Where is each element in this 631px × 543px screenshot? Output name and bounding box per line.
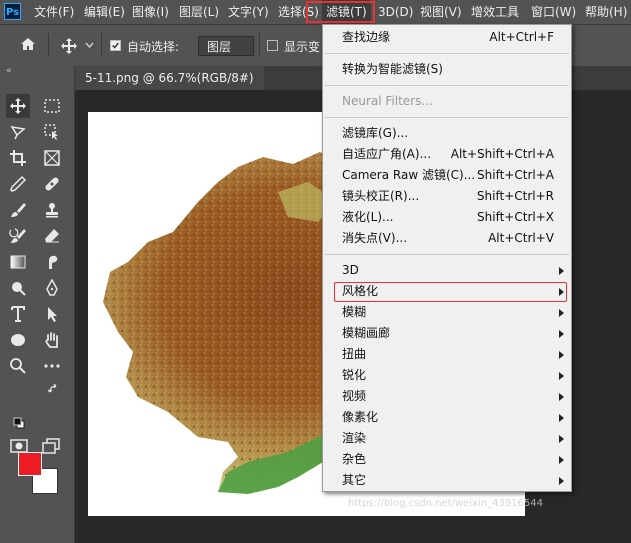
eyedropper-icon[interactable] <box>6 172 30 196</box>
tools-panel: « <box>0 66 75 543</box>
submenu-arrow-icon <box>559 267 564 275</box>
brush-icon[interactable] <box>6 198 30 222</box>
screen-mode-icon[interactable] <box>42 438 60 454</box>
menu-help[interactable]: 帮助(H) <box>585 0 627 24</box>
menu-item-find-edges[interactable]: 查找边缘 Alt+Ctrl+F <box>323 27 571 48</box>
menu-edit[interactable]: 编辑(E) <box>84 0 125 24</box>
filter-menu: 查找边缘 Alt+Ctrl+F 转换为智能滤镜(S) Neural Filters… <box>322 24 572 492</box>
menu-item-camera-raw[interactable]: Camera Raw 滤镜(C)... Shift+Ctrl+A <box>323 165 571 186</box>
path-select-icon[interactable] <box>40 302 64 326</box>
more-icon[interactable] <box>40 354 64 378</box>
move-icon[interactable] <box>6 94 30 118</box>
pen-icon[interactable] <box>40 276 64 300</box>
show-transform-label: 显示变 <box>284 40 321 54</box>
options-separator <box>101 33 102 57</box>
frame-icon[interactable] <box>40 146 64 170</box>
menu-separator <box>325 254 569 255</box>
stamp-icon[interactable] <box>40 198 64 222</box>
marquee-icon[interactable] <box>40 94 64 118</box>
submenu-arrow-icon <box>559 414 564 422</box>
menu-view[interactable]: 视图(V) <box>420 0 462 24</box>
collapse-panel-icon[interactable]: « <box>6 66 12 76</box>
hand-icon[interactable] <box>40 328 64 352</box>
move-tool-icon[interactable] <box>60 37 78 55</box>
options-separator <box>259 33 260 57</box>
auto-select-dropdown[interactable]: 图层 <box>198 36 254 56</box>
submenu-arrow-icon <box>559 372 564 380</box>
show-transform-checkbox[interactable] <box>267 40 278 51</box>
lasso-icon[interactable] <box>6 120 30 144</box>
submenu-arrow-icon <box>559 393 564 401</box>
submenu-arrow-icon <box>559 435 564 443</box>
quick-mask-icon[interactable] <box>10 438 28 454</box>
menu-image[interactable]: 图像(I) <box>132 0 169 24</box>
stylize-highlight <box>334 282 567 302</box>
menu-item-adaptive-wide-angle[interactable]: 自适应广角(A)... Alt+Shift+Ctrl+A <box>323 144 571 165</box>
auto-select-label: 自动选择: <box>127 40 180 54</box>
menu-item-render[interactable]: 渲染 <box>323 428 571 449</box>
menu-separator <box>325 85 569 86</box>
submenu-arrow-icon <box>559 477 564 485</box>
menu-item-liquify[interactable]: 液化(L)... Shift+Ctrl+X <box>323 207 571 228</box>
menu-3d[interactable]: 3D(D) <box>378 0 413 24</box>
checkmark-icon <box>112 42 119 49</box>
submenu-arrow-icon <box>559 456 564 464</box>
document-tab[interactable]: 5-11.png @ 66.7%(RGB/8#) <box>75 66 264 90</box>
menu-separator <box>325 53 569 54</box>
photoshop-logo[interactable]: Ps <box>4 3 21 20</box>
swap-colors-icon[interactable] <box>48 384 60 396</box>
healing-icon[interactable] <box>40 172 64 196</box>
history-brush-icon[interactable] <box>6 224 30 248</box>
object-select-icon[interactable] <box>40 120 64 144</box>
menu-item-3d[interactable]: 3D <box>323 260 571 281</box>
menu-item-convert-smart-filter[interactable]: 转换为智能滤镜(S) <box>323 59 571 80</box>
menu-item-distort[interactable]: 扭曲 <box>323 344 571 365</box>
smudge-icon[interactable] <box>40 250 64 274</box>
menu-type[interactable]: 文字(Y) <box>228 0 269 24</box>
type-icon[interactable] <box>6 302 30 326</box>
auto-select-checkbox[interactable] <box>110 40 121 51</box>
menu-item-blur-gallery[interactable]: 模糊画廊 <box>323 323 571 344</box>
foreground-color-swatch[interactable] <box>18 452 42 476</box>
submenu-arrow-icon <box>559 351 564 359</box>
menu-layer[interactable]: 图层(L) <box>179 0 219 24</box>
menu-plugins[interactable]: 增效工具 <box>471 0 519 24</box>
menu-item-neural-filters[interactable]: Neural Filters... <box>323 91 571 112</box>
menu-bar: Ps 文件(F) 编辑(E) 图像(I) 图层(L) 文字(Y) 选择(S) 滤… <box>0 0 631 24</box>
menu-filter-highlight <box>306 1 375 23</box>
crop-icon[interactable] <box>6 146 30 170</box>
home-icon[interactable] <box>20 36 36 52</box>
menu-window[interactable]: 窗口(W) <box>531 0 576 24</box>
menu-item-vanishing-point[interactable]: 消失点(V)... Alt+Ctrl+V <box>323 228 571 249</box>
watermark: https://blog.csdn.net/weixin_43916544 <box>348 498 544 509</box>
ellipse-icon[interactable] <box>6 328 30 352</box>
default-colors-icon[interactable] <box>13 417 25 429</box>
menu-item-sharpen[interactable]: 锐化 <box>323 365 571 386</box>
menu-item-noise[interactable]: 杂色 <box>323 449 571 470</box>
menu-file[interactable]: 文件(F) <box>34 0 74 24</box>
menu-item-other[interactable]: 其它 <box>323 470 571 491</box>
options-separator <box>48 33 49 57</box>
menu-item-lens-correction[interactable]: 镜头校正(R)... Shift+Ctrl+R <box>323 186 571 207</box>
menu-separator <box>325 117 569 118</box>
chevron-down-icon[interactable] <box>85 42 94 48</box>
menu-item-filter-gallery[interactable]: 滤镜库(G)... <box>323 123 571 144</box>
gradient-icon[interactable] <box>6 250 30 274</box>
menu-item-blur[interactable]: 模糊 <box>323 302 571 323</box>
submenu-arrow-icon <box>559 330 564 338</box>
submenu-arrow-icon <box>559 309 564 317</box>
eraser-icon[interactable] <box>40 224 64 248</box>
menu-item-pixelate[interactable]: 像素化 <box>323 407 571 428</box>
menu-item-video[interactable]: 视频 <box>323 386 571 407</box>
zoom-icon[interactable] <box>6 354 30 378</box>
dodge-icon[interactable] <box>6 276 30 300</box>
